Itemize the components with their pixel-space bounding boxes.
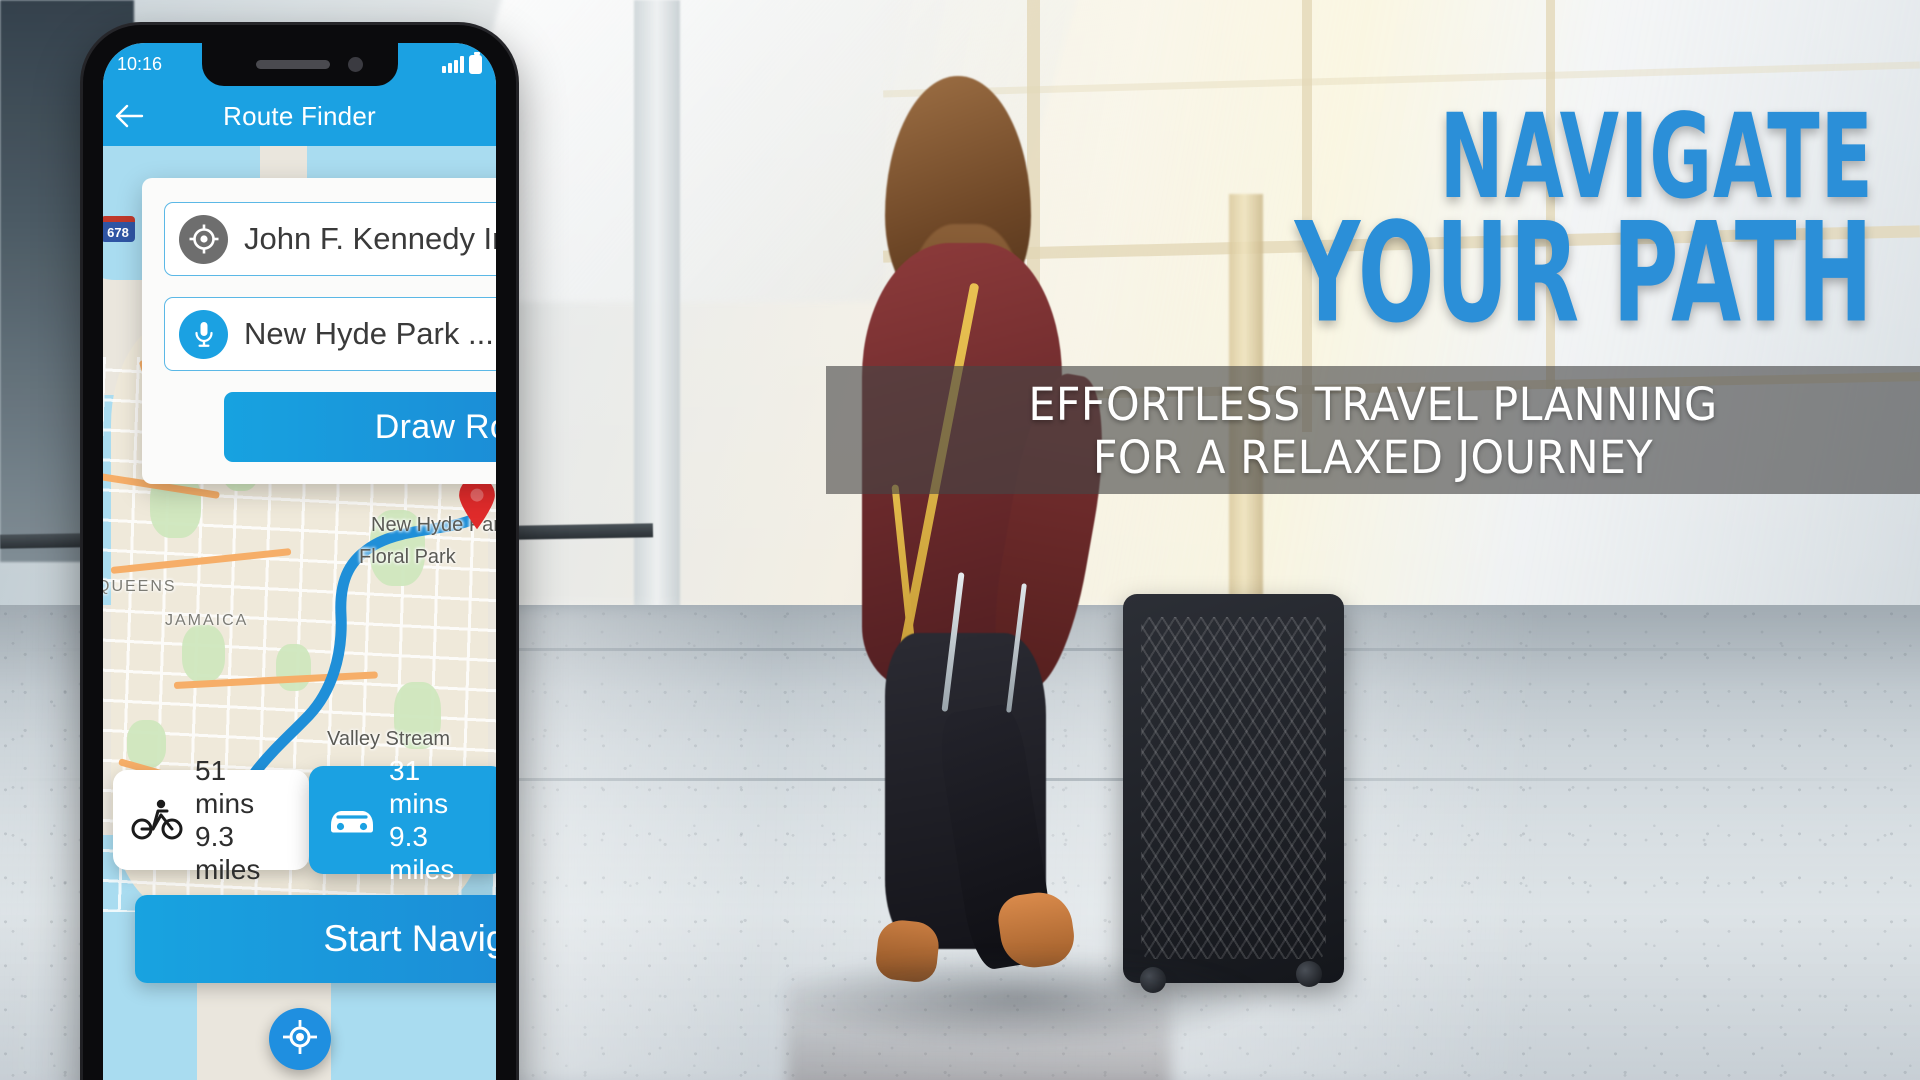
subtitle-line-2: FOR A RELAXED JOURNEY (1092, 431, 1654, 484)
page-title: Route Finder (223, 100, 376, 131)
locate-crosshair-icon (282, 1019, 317, 1059)
travel-mode-text: 31 mins 9.3 miles (389, 754, 487, 886)
traveller-figure (778, 75, 1162, 1005)
earpiece-speaker (255, 60, 330, 69)
suitcase-texture (1140, 617, 1327, 960)
map-label-queens: QUEENS (103, 578, 177, 595)
destination-value[interactable]: New Hyde Park ... (244, 316, 494, 352)
phone-mockup: 10:16 Route Finder 678 New Hyde Pa Flora… (83, 25, 516, 1080)
travel-mode-text: 51 mins 9.3 miles (195, 754, 291, 886)
poster-headline: NAVIGATE YOUR PATH (1150, 99, 1874, 342)
poster-subtitle: EFFORTLESS TRAVEL PLANNING FOR A RELAXED… (853, 382, 1892, 480)
map-label-jamaica: JAMAICA (165, 612, 249, 629)
destination-field[interactable]: New Hyde Park ... (164, 297, 496, 371)
front-camera (347, 57, 363, 72)
phone-notch (201, 43, 398, 86)
bicycle-icon (131, 798, 183, 842)
start-navigation-button[interactable]: Start Navigation (135, 895, 496, 983)
draw-route-button[interactable]: Draw Route (224, 392, 496, 462)
travel-distance: 9.3 miles (195, 821, 261, 886)
travel-mode-bicycle[interactable]: 51 mins 9.3 miles (113, 755, 309, 885)
origin-field[interactable]: John F. Kennedy International Airport... (164, 202, 496, 276)
subtitle-line-1: EFFORTLESS TRAVEL PLANNING (1028, 378, 1718, 431)
travel-distance: 9.3 miles (389, 821, 455, 886)
origin-value[interactable]: John F. Kennedy International Airport... (244, 221, 496, 257)
suitcase (1123, 594, 1344, 983)
headline-line-2: YOUR PATH (1295, 192, 1874, 354)
app-bar: Route Finder (103, 86, 496, 146)
signal-bars-icon (442, 56, 464, 73)
microphone-icon[interactable] (179, 309, 228, 359)
suitcase-wheel (1296, 961, 1322, 988)
gps-crosshair-icon[interactable] (179, 214, 228, 264)
headline-line-1: NAVIGATE (1439, 88, 1874, 226)
status-time: 10:16 (117, 54, 163, 74)
map-label-floral-park: Floral Park (359, 546, 456, 568)
car-icon (327, 801, 377, 839)
highway-shield-678: 678 (103, 216, 135, 242)
battery-icon (469, 52, 482, 74)
travel-time: 51 mins (195, 754, 255, 819)
floor-reflection (787, 972, 1172, 1080)
travel-mode-selector: 51 mins 9.3 miles 31 mins 9.3 miles (113, 755, 496, 885)
map-label-valley-stream: Valley Stream (327, 728, 451, 750)
destination-pin-icon (459, 478, 495, 530)
locate-me-button[interactable] (268, 1008, 331, 1070)
phone-screen: 10:16 Route Finder 678 New Hyde Pa Flora… (103, 43, 496, 1080)
travel-mode-car[interactable]: 31 mins 9.3 miles (309, 755, 496, 885)
status-indicators (442, 52, 482, 74)
route-search-card: John F. Kennedy International Airport...… (142, 178, 496, 484)
travel-time: 31 mins (389, 754, 449, 819)
